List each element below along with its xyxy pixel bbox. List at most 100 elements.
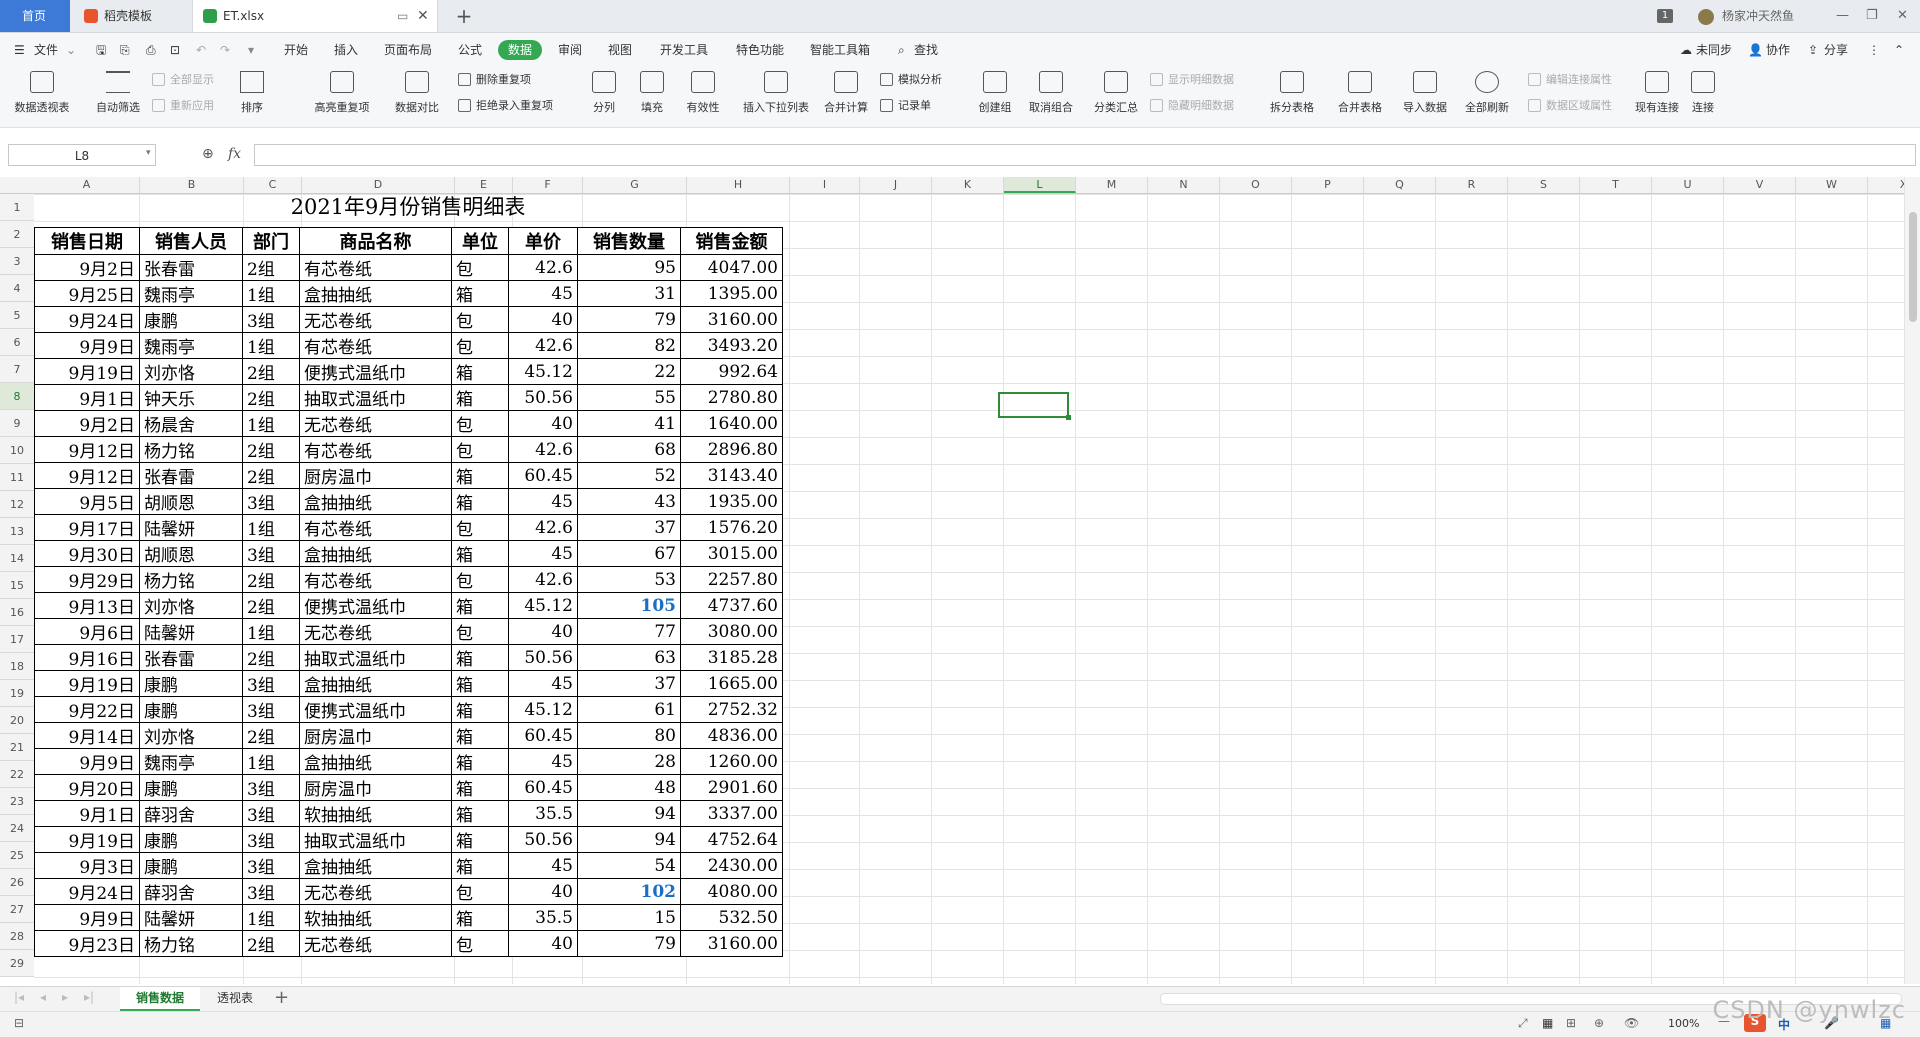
table-cell[interactable]: 42.6: [508, 332, 578, 359]
table-cell[interactable]: 2780.80: [680, 384, 783, 411]
name-box[interactable]: L8: [8, 144, 156, 166]
table-cell[interactable]: 1260.00: [680, 748, 783, 775]
table-cell[interactable]: 康鹏: [139, 696, 243, 723]
table-cell[interactable]: 刘亦恪: [139, 722, 243, 749]
table-cell[interactable]: 54: [577, 852, 681, 879]
table-cell[interactable]: 胡顺恩: [139, 540, 243, 567]
fx-icon[interactable]: fx: [228, 146, 241, 162]
column-header[interactable]: J: [860, 177, 932, 193]
table-cell[interactable]: 9月6日: [34, 618, 140, 645]
table-cell[interactable]: 包: [451, 618, 509, 645]
validity-button[interactable]: 有效性: [678, 67, 728, 125]
table-cell[interactable]: 刘亦恪: [139, 592, 243, 619]
table-cell[interactable]: 9月12日: [34, 462, 140, 489]
table-cell[interactable]: 陆馨妍: [139, 618, 243, 645]
row-header[interactable]: 20: [0, 707, 34, 734]
row-header[interactable]: 6: [0, 329, 34, 356]
row-header[interactable]: 10: [0, 437, 34, 464]
row-header[interactable]: 5: [0, 302, 34, 329]
first-sheet-icon[interactable]: |◂: [14, 990, 24, 1004]
tab-template[interactable]: 稻壳模板: [74, 0, 184, 32]
eye-protection-icon[interactable]: 👁: [1624, 1016, 1639, 1030]
share-icon[interactable]: ⇪: [1808, 40, 1818, 60]
column-header[interactable]: I: [790, 177, 860, 193]
column-header[interactable]: G: [583, 177, 687, 193]
row-header[interactable]: 29: [0, 950, 34, 977]
table-cell[interactable]: 9月24日: [34, 306, 140, 333]
close-tab-icon[interactable]: ✕: [417, 0, 429, 32]
row-header[interactable]: 1: [0, 194, 34, 221]
table-header-cell[interactable]: 销售金额: [680, 227, 783, 255]
menu-home[interactable]: 开始: [284, 40, 308, 60]
column-header[interactable]: A: [34, 177, 140, 193]
table-cell[interactable]: 抽取式温纸巾: [299, 826, 452, 853]
table-cell[interactable]: 3143.40: [680, 462, 783, 489]
table-cell[interactable]: 3160.00: [680, 306, 783, 333]
table-cell[interactable]: 箱: [451, 852, 509, 879]
table-header-cell[interactable]: 商品名称: [299, 227, 452, 255]
table-cell[interactable]: 1640.00: [680, 410, 783, 437]
table-cell[interactable]: 9月20日: [34, 774, 140, 801]
table-cell[interactable]: 41: [577, 410, 681, 437]
table-cell[interactable]: 80: [577, 722, 681, 749]
table-cell[interactable]: 9月19日: [34, 670, 140, 697]
table-cell[interactable]: 40: [508, 306, 578, 333]
table-cell[interactable]: 105: [577, 592, 681, 619]
table-cell[interactable]: 薛羽舍: [139, 800, 243, 827]
column-header[interactable]: E: [455, 177, 513, 193]
table-cell[interactable]: 9月13日: [34, 592, 140, 619]
new-tab-button[interactable]: +: [452, 0, 476, 32]
ungroup-button[interactable]: 取消组合: [1020, 67, 1082, 125]
table-cell[interactable]: 45.12: [508, 358, 578, 385]
table-cell[interactable]: 抽取式温纸巾: [299, 644, 452, 671]
table-cell[interactable]: 便携式温纸巾: [299, 358, 452, 385]
column-header[interactable]: C: [244, 177, 302, 193]
export-pdf-icon[interactable]: ⎘: [120, 40, 130, 60]
table-cell[interactable]: 2组: [242, 644, 300, 671]
table-cell[interactable]: 1组: [242, 410, 300, 437]
vertical-scrollbar[interactable]: [1904, 177, 1920, 984]
table-cell[interactable]: 2257.80: [680, 566, 783, 593]
table-cell[interactable]: 1组: [242, 514, 300, 541]
column-header[interactable]: U: [1652, 177, 1724, 193]
table-cell[interactable]: 3493.20: [680, 332, 783, 359]
zoom-formula-icon[interactable]: ⊕: [202, 146, 214, 162]
pin-icon[interactable]: ▭: [397, 0, 408, 32]
table-cell[interactable]: 45.12: [508, 696, 578, 723]
table-cell[interactable]: 杨力铭: [139, 436, 243, 463]
collab-label[interactable]: 协作: [1766, 40, 1790, 60]
table-cell[interactable]: 有芯卷纸: [299, 332, 452, 359]
table-cell[interactable]: 35.5: [508, 904, 578, 931]
collapse-ribbon-icon[interactable]: ⌃: [1894, 40, 1904, 60]
row-header[interactable]: 2: [0, 221, 34, 248]
zoom-level[interactable]: 100%: [1668, 1017, 1699, 1030]
table-cell[interactable]: 箱: [451, 826, 509, 853]
subtotal-button[interactable]: 分类汇总: [1086, 67, 1146, 125]
table-cell[interactable]: 康鹏: [139, 852, 243, 879]
record-form-button[interactable]: 记录单: [880, 95, 931, 117]
table-cell[interactable]: 盒抽抽纸: [299, 748, 452, 775]
table-cell[interactable]: 箱: [451, 280, 509, 307]
sheet-tab-sales-data[interactable]: 销售数据: [120, 987, 200, 1011]
table-cell[interactable]: 45: [508, 852, 578, 879]
table-cell[interactable]: 2组: [242, 722, 300, 749]
table-cell[interactable]: 包: [451, 410, 509, 437]
sheet-title[interactable]: 2021年9月份销售明细表: [34, 194, 782, 221]
menu-page-layout[interactable]: 页面布局: [384, 40, 432, 60]
table-cell[interactable]: 9月14日: [34, 722, 140, 749]
save-icon[interactable]: 🖫: [96, 40, 106, 60]
table-cell[interactable]: 箱: [451, 748, 509, 775]
table-cell[interactable]: 9月2日: [34, 410, 140, 437]
table-cell[interactable]: 1935.00: [680, 488, 783, 515]
table-cell[interactable]: 31: [577, 280, 681, 307]
table-cell[interactable]: 盒抽抽纸: [299, 670, 452, 697]
table-cell[interactable]: 40: [508, 930, 578, 957]
tab-home[interactable]: 首页: [0, 0, 70, 32]
table-cell[interactable]: 2901.60: [680, 774, 783, 801]
split-column-button[interactable]: 分列: [582, 67, 626, 125]
refresh-all-button[interactable]: 全部刷新: [1456, 67, 1518, 125]
table-cell[interactable]: 15: [577, 904, 681, 931]
table-cell[interactable]: 55: [577, 384, 681, 411]
table-cell[interactable]: 35.5: [508, 800, 578, 827]
column-header[interactable]: L: [1004, 177, 1076, 193]
